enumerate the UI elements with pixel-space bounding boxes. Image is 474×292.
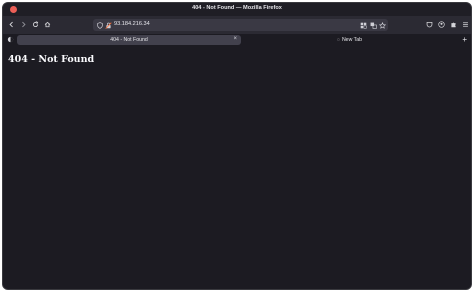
forward-icon[interactable] [18, 19, 29, 30]
insecure-lock-icon[interactable] [104, 21, 112, 29]
menu-icon[interactable] [460, 19, 471, 30]
translate-icon[interactable] [369, 21, 377, 29]
address-bar[interactable]: 93.184.216.34 [93, 19, 388, 31]
back-icon[interactable] [6, 19, 17, 30]
firefox-view-icon[interactable] [7, 36, 14, 43]
tab-404-not-found[interactable]: 404 - Not Found × [17, 35, 241, 45]
close-tab-icon[interactable]: × [233, 36, 237, 42]
browser-window: 404 - Not Found — Mozilla Firefox 93.184… [2, 2, 472, 290]
title-bar: 404 - Not Found — Mozilla Firefox [3, 3, 471, 16]
tab-label-wrap: ◌ New Tab [243, 37, 456, 43]
shield-icon[interactable] [96, 21, 104, 29]
reload-icon[interactable] [30, 19, 41, 30]
account-icon[interactable] [436, 19, 447, 30]
navigation-toolbar: 93.184.216.34 [3, 16, 471, 34]
page-heading: 404 - Not Found [8, 54, 95, 65]
url-text[interactable]: 93.184.216.34 [114, 21, 150, 27]
window-title: 404 - Not Found — Mozilla Firefox [192, 5, 282, 11]
new-tab-plus-icon[interactable]: + [462, 35, 467, 44]
loading-icon: ◌ [336, 37, 340, 43]
reader-view-icon[interactable] [359, 21, 367, 29]
page-content: 404 - Not Found [3, 46, 471, 289]
tab-strip: 404 - Not Found × ◌ New Tab + [3, 34, 471, 46]
bookmark-star-icon[interactable] [378, 21, 386, 29]
tab-new-tab[interactable]: ◌ New Tab [243, 35, 456, 45]
home-icon[interactable] [42, 19, 53, 30]
extensions-icon[interactable] [448, 19, 459, 30]
tab-label: New Tab [341, 37, 363, 43]
tab-label: 404 - Not Found [110, 37, 148, 43]
pocket-icon[interactable] [424, 19, 435, 30]
